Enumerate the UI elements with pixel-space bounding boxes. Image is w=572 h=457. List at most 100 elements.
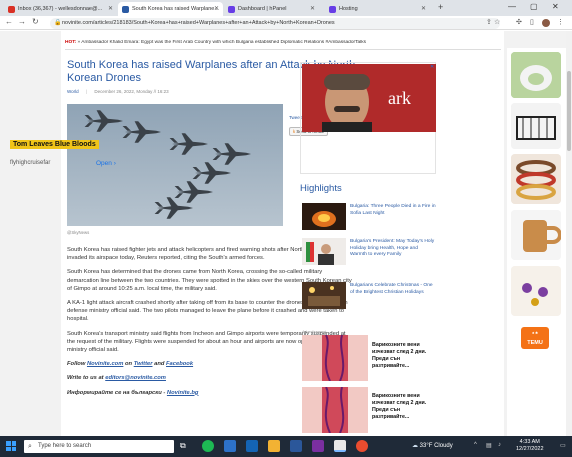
app-icon[interactable] xyxy=(312,440,324,452)
page-scrollbar[interactable] xyxy=(566,31,572,436)
close-icon[interactable]: ✕ xyxy=(214,5,219,12)
forward-button[interactable]: → xyxy=(18,17,26,26)
highlight-item[interactable]: Bulgaria: Three People Died in a Fire in… xyxy=(300,203,436,233)
browser-tab-bar: Inbox (36,367) - wellesdonnae@... ✕ Sout… xyxy=(0,0,572,16)
ad-title[interactable]: Tom Leaves Blue Bloods xyxy=(10,140,99,149)
varicose-ad-text[interactable]: Варикозните вени изчезват след 2 дни. Пр… xyxy=(372,342,436,370)
taskbar-clock[interactable]: 4:33 AM 12/27/2022 xyxy=(516,439,544,453)
jewelry-image xyxy=(511,266,561,316)
leg-image xyxy=(302,335,368,381)
hot-label: HOT: xyxy=(65,40,77,45)
windows-logo-icon xyxy=(6,441,11,446)
product-dish-rack[interactable] xyxy=(511,103,561,149)
highlight-link[interactable]: Bulgarians Celebrate Christmas - One of … xyxy=(350,283,436,296)
back-button[interactable]: ← xyxy=(5,17,13,26)
product-wooden-mug[interactable] xyxy=(511,210,561,260)
twitter-link[interactable]: Twitter xyxy=(134,361,153,367)
ad-image: ark xyxy=(302,64,436,132)
novinite-icon xyxy=(122,5,129,13)
close-icon[interactable]: ✕ xyxy=(310,5,315,12)
reload-button[interactable]: ↻ xyxy=(32,17,39,26)
new-tab-button[interactable]: + xyxy=(438,2,443,12)
chevron-up-icon[interactable]: ^ xyxy=(474,442,477,448)
advertisement-label: Advertisement xyxy=(302,330,327,334)
clock-time: 4:33 AM xyxy=(519,439,540,445)
varicose-ad-text[interactable]: Варикозните вени изчезват след 2 дни. Пр… xyxy=(372,393,436,421)
hot-news-link[interactable]: » Ambassador Khalid Emara: Egypt was the… xyxy=(78,40,366,45)
task-view-icon[interactable]: ⧉ xyxy=(180,440,192,452)
tab-dashboard[interactable]: Dashboard | hPanel ✕ xyxy=(224,2,319,16)
photo-credit: @SkyNews xyxy=(67,230,90,235)
maximize-button[interactable]: ▢ xyxy=(530,2,538,11)
ad-open-button[interactable]: Open › xyxy=(96,160,116,167)
article-date: December 26, 2022, Monday // 16:23 xyxy=(94,89,169,94)
article-content-area: HOT: » Ambassador Khalid Emara: Egypt wa… xyxy=(61,31,504,436)
hostinger-icon xyxy=(329,5,336,13)
search-placeholder: Type here to search xyxy=(38,443,92,449)
web-page: HOT: » Ambassador Khalid Emara: Egypt wa… xyxy=(0,31,572,436)
leg-image xyxy=(302,387,368,433)
follow-prefix: Follow xyxy=(67,361,87,368)
highlight-thumb xyxy=(302,238,346,265)
highlight-link[interactable]: Bulgaria: Three People Died in a Fire in… xyxy=(350,204,436,217)
ad-close-icon[interactable]: ✕ xyxy=(430,64,434,70)
edge-icon[interactable] xyxy=(224,440,236,452)
wooden-mug-image xyxy=(511,210,561,260)
word-icon[interactable] xyxy=(290,440,302,452)
volume-icon[interactable]: ♪ xyxy=(498,442,501,448)
hostinger-icon xyxy=(228,5,235,13)
minimize-button[interactable]: — xyxy=(508,2,516,11)
tab-label: Hosting xyxy=(339,6,358,12)
highlight-item[interactable]: Bulgarians Celebrate Christmas - One of … xyxy=(300,282,436,312)
url-input[interactable]: 🔒 novinite.com/articles/218183/South+Kor… xyxy=(50,18,500,29)
close-window-button[interactable]: ✕ xyxy=(552,2,559,11)
taskbar-search-input[interactable]: ⌕ Type here to search xyxy=(24,440,174,453)
tab-inbox[interactable]: Inbox (36,367) - wellesdonnae@... ✕ xyxy=(4,2,117,16)
notification-icon[interactable]: ▭ xyxy=(560,442,566,449)
bookmark-star-icon[interactable]: ☆ xyxy=(494,18,500,26)
spotify-icon[interactable] xyxy=(202,440,214,452)
facebook-link[interactable]: Facebook xyxy=(166,361,193,367)
windows-logo-icon xyxy=(11,446,16,451)
network-icon[interactable]: ▤ xyxy=(486,442,492,449)
novinite-bg-link[interactable]: Novinite.bg xyxy=(167,390,199,396)
email-link[interactable]: editors@novinite.com xyxy=(105,375,166,381)
close-icon[interactable]: ✕ xyxy=(108,5,113,12)
hot-news-bar[interactable]: HOT: » Ambassador Khalid Emara: Egypt wa… xyxy=(65,40,501,50)
novinite-link[interactable]: Novinite.com xyxy=(87,361,123,367)
chrome-icon[interactable] xyxy=(334,440,346,452)
weather-widget[interactable]: ☁ 33°F Cloudy xyxy=(412,442,453,449)
scrollbar-thumb[interactable] xyxy=(567,71,571,151)
ad-image-text: ark xyxy=(388,88,411,108)
ad-photo: ark xyxy=(302,64,436,132)
menu-icon[interactable]: ⋮ xyxy=(557,18,564,26)
category-link[interactable]: World xyxy=(67,89,79,94)
close-icon[interactable]: ✕ xyxy=(421,5,426,12)
highlight-link[interactable]: Bulgaria's President: May Today's Holy H… xyxy=(350,239,436,259)
product-toilet-seat[interactable] xyxy=(511,52,561,98)
tab-label: South Korea has raised Warplane... xyxy=(132,6,219,12)
tab-article[interactable]: South Korea has raised Warplane... ✕ xyxy=(118,2,223,16)
weather-text: 33°F Cloudy xyxy=(419,443,453,449)
varicose-ad-image[interactable] xyxy=(302,335,368,381)
start-button[interactable] xyxy=(6,441,16,451)
clock-date: 12/27/2022 xyxy=(516,446,544,452)
file-explorer-icon[interactable] xyxy=(268,440,280,452)
outlook-icon[interactable] xyxy=(246,440,258,452)
sidepanel-icon[interactable]: ▯ xyxy=(530,18,534,26)
share-icon[interactable]: ⇪ xyxy=(486,18,492,26)
app-icon-2[interactable] xyxy=(356,440,368,452)
kindle-icon: k xyxy=(293,129,296,134)
ad-site: flyhighcruisefar xyxy=(10,160,51,166)
display-ad[interactable]: ark ✕ xyxy=(300,62,436,174)
tab-hosting[interactable]: Hosting ✕ xyxy=(325,2,430,16)
product-ad-strip[interactable]: ♠ ♣ TEMU xyxy=(507,48,567,436)
temu-logo[interactable]: ♠ ♣ TEMU xyxy=(521,327,549,349)
profile-avatar[interactable] xyxy=(542,19,550,27)
varicose-ad-image[interactable] xyxy=(302,387,368,433)
extensions-icon[interactable]: ✣ xyxy=(516,18,522,26)
christmas-image xyxy=(302,282,346,309)
highlight-item[interactable]: Bulgaria's President: May Today's Holy H… xyxy=(300,238,436,268)
product-hairbands[interactable] xyxy=(511,154,561,204)
product-jewelry[interactable] xyxy=(511,266,561,316)
